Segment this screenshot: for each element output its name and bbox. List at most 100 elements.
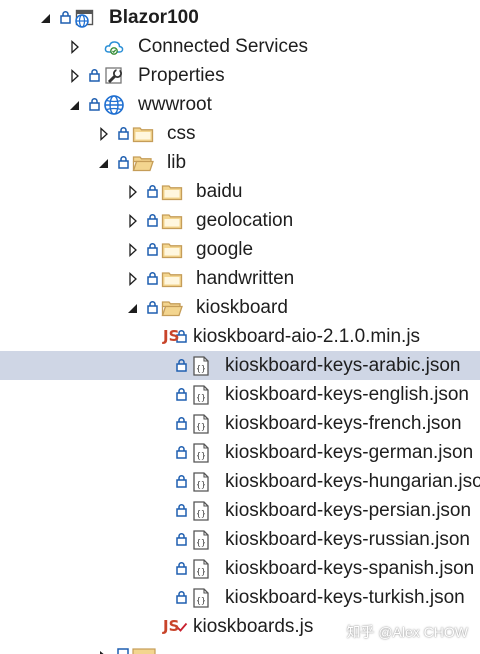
collapsed-arrow-icon[interactable] bbox=[98, 127, 110, 141]
tree-item-kioskboard-keys-french-json[interactable]: {} kioskboard-keys-french.json bbox=[0, 409, 480, 438]
folder-icon bbox=[161, 268, 183, 290]
tree-item-kioskboard-keys-spanish-json[interactable]: {} kioskboard-keys-spanish.json bbox=[0, 554, 480, 583]
tree-item-label: handwritten bbox=[196, 268, 295, 289]
tree-item-label: kioskboard-aio-2.1.0.min.js bbox=[193, 326, 421, 347]
collapsed-arrow-icon[interactable] bbox=[69, 69, 81, 83]
tree-item-label: kioskboard-keys-arabic.json bbox=[225, 355, 461, 376]
json-icon: {} bbox=[190, 384, 212, 406]
cloud-icon bbox=[103, 36, 125, 58]
tree-item-label: wwwroot bbox=[138, 94, 212, 115]
svg-text:{}: {} bbox=[196, 422, 206, 431]
expanded-arrow-icon[interactable] bbox=[98, 156, 110, 170]
tree-item-label: kioskboard-keys-russian.json bbox=[225, 529, 470, 550]
tree-item-label: baidu bbox=[196, 181, 243, 202]
tree-item-kioskboard-keys-russian-json[interactable]: {} kioskboard-keys-russian.json bbox=[0, 525, 480, 554]
tree-item-label: kioskboard-keys-hungarian.json bbox=[225, 471, 480, 492]
json-icon: {} bbox=[190, 587, 212, 609]
tree-item-wwwroot[interactable]: wwwroot bbox=[0, 90, 480, 119]
svg-text:{}: {} bbox=[196, 509, 206, 518]
tree-item-label: kioskboard bbox=[196, 297, 288, 318]
tree-item-lib[interactable]: lib bbox=[0, 148, 480, 177]
javascript-file-icon: JS bbox=[163, 617, 180, 635]
tree-item-label: kioskboard-keys-french.json bbox=[225, 413, 462, 434]
json-icon: {} bbox=[190, 355, 212, 377]
source-control-lock-icon bbox=[89, 97, 100, 111]
tree-item-label: kioskboard-keys-persian.json bbox=[225, 500, 472, 521]
source-control-lock-icon bbox=[118, 126, 129, 140]
tree-item-label: kioskboard-keys-german.json bbox=[225, 442, 474, 463]
svg-text:{}: {} bbox=[196, 567, 206, 576]
tree-item-kioskboard-keys-hungarian-json[interactable]: {} kioskboard-keys-hungarian.json bbox=[0, 467, 480, 496]
tree-item-baidu[interactable]: baidu bbox=[0, 177, 480, 206]
tree-item-blazor100[interactable]: Blazor100 bbox=[0, 3, 480, 32]
json-icon: {} bbox=[190, 413, 212, 435]
expanded-arrow-icon[interactable] bbox=[40, 11, 52, 25]
tree-item-label: lib bbox=[167, 152, 187, 173]
folder-icon bbox=[132, 123, 154, 145]
collapsed-arrow-icon[interactable] bbox=[127, 214, 139, 228]
tree-item-properties[interactable]: Properties bbox=[0, 61, 480, 90]
folder-icon bbox=[161, 210, 183, 232]
globe-icon bbox=[103, 94, 125, 116]
tree-item-label: google bbox=[196, 239, 254, 260]
tree-item-kioskboard-keys-german-json[interactable]: {} kioskboard-keys-german.json bbox=[0, 438, 480, 467]
collapsed-arrow-icon[interactable] bbox=[127, 185, 139, 199]
svg-text:{}: {} bbox=[196, 596, 206, 605]
tree-item-label: geolocation bbox=[196, 210, 294, 231]
source-control-lock-icon bbox=[89, 68, 100, 82]
collapsed-arrow-icon[interactable] bbox=[69, 40, 81, 54]
tree-item-label: Properties bbox=[138, 65, 225, 86]
folder-icon bbox=[161, 181, 183, 203]
source-control-lock-icon bbox=[147, 184, 158, 198]
tree-item-google[interactable]: google bbox=[0, 235, 480, 264]
source-control-lock-icon bbox=[176, 358, 187, 372]
tree-item-connected-services[interactable]: Connected Services bbox=[0, 32, 480, 61]
tree-item-label: css bbox=[167, 123, 196, 144]
svg-text:{}: {} bbox=[196, 393, 206, 402]
source-control-lock-icon bbox=[147, 271, 158, 285]
tree-item-kioskboard-aio-2-1-0-min-js[interactable]: JS kioskboard-aio-2.1.0.min.js bbox=[0, 322, 480, 351]
expanded-arrow-icon[interactable] bbox=[127, 301, 139, 315]
svg-text:{}: {} bbox=[196, 364, 206, 373]
tree-item-kioskboard-keys-arabic-json[interactable]: {} kioskboard-keys-arabic.json bbox=[0, 351, 480, 380]
tree-item-geolocation[interactable]: geolocation bbox=[0, 206, 480, 235]
folder-open-icon bbox=[132, 152, 154, 174]
partial-next-row bbox=[0, 643, 480, 654]
svg-text:{}: {} bbox=[196, 480, 206, 489]
json-icon: {} bbox=[190, 471, 212, 493]
collapsed-arrow-icon[interactable] bbox=[127, 243, 139, 257]
source-control-lock-icon bbox=[176, 445, 187, 459]
folder-icon bbox=[161, 239, 183, 261]
source-control-lock-icon bbox=[176, 503, 187, 517]
json-icon: {} bbox=[190, 529, 212, 551]
folder-open-icon bbox=[161, 297, 183, 319]
tree-item-label: kioskboards.js bbox=[193, 616, 314, 637]
tree-item-kioskboard-keys-turkish-json[interactable]: {} kioskboard-keys-turkish.json bbox=[0, 583, 480, 612]
source-control-lock-icon bbox=[176, 474, 187, 488]
source-control-lock-icon bbox=[176, 561, 187, 575]
tree-item-kioskboard-keys-persian-json[interactable]: {} kioskboard-keys-persian.json bbox=[0, 496, 480, 525]
source-control-lock-icon bbox=[176, 532, 187, 546]
tree-item-handwritten[interactable]: handwritten bbox=[0, 264, 480, 293]
source-control-lock-icon bbox=[147, 213, 158, 227]
json-icon: {} bbox=[190, 558, 212, 580]
wrench-icon bbox=[103, 65, 125, 87]
source-control-lock-icon bbox=[147, 242, 158, 256]
source-control-lock-icon bbox=[60, 10, 71, 24]
source-control-lock-icon bbox=[147, 300, 158, 314]
json-icon: {} bbox=[190, 442, 212, 464]
source-control-lock-icon bbox=[176, 416, 187, 430]
svg-text:{}: {} bbox=[196, 538, 206, 547]
expanded-arrow-icon[interactable] bbox=[69, 98, 81, 112]
project-icon bbox=[74, 7, 96, 29]
tree-item-label: kioskboard-keys-turkish.json bbox=[225, 587, 465, 608]
tree-item-label: kioskboard-keys-spanish.json bbox=[225, 558, 475, 579]
json-icon: {} bbox=[190, 500, 212, 522]
tree-item-label: Connected Services bbox=[138, 36, 309, 57]
tree-item-kioskboard[interactable]: kioskboard bbox=[0, 293, 480, 322]
collapsed-arrow-icon[interactable] bbox=[127, 272, 139, 286]
javascript-file-icon: JS bbox=[163, 327, 180, 345]
tree-item-label: Blazor100 bbox=[109, 7, 199, 28]
tree-item-css[interactable]: css bbox=[0, 119, 480, 148]
tree-item-kioskboard-keys-english-json[interactable]: {} kioskboard-keys-english.json bbox=[0, 380, 480, 409]
